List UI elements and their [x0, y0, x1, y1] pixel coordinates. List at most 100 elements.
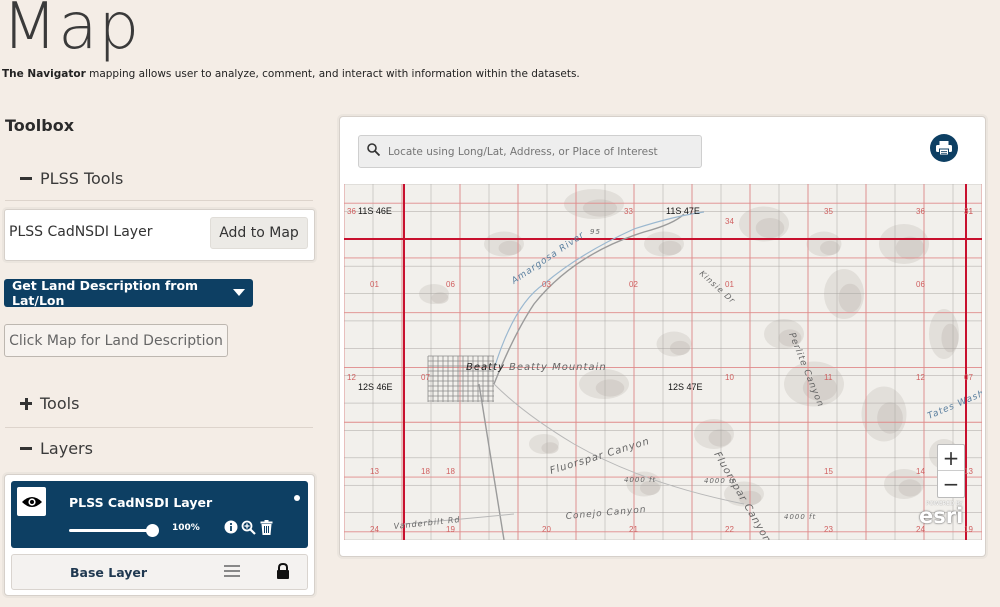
terrain-patch — [941, 323, 959, 353]
search-icon — [367, 142, 381, 161]
info-icon[interactable] — [223, 519, 238, 535]
plss-tools-label: PLSS Tools — [40, 169, 124, 188]
place-label: 4000 ft — [624, 476, 656, 484]
zoom-out-button[interactable]: − — [938, 471, 964, 497]
section-number: 12 — [916, 373, 925, 382]
toolbox-title: Toolbox — [5, 116, 75, 135]
terrain-patch — [595, 379, 625, 397]
map-features — [403, 211, 745, 540]
section-number: 03 — [542, 280, 551, 289]
section-number: 23 — [824, 525, 833, 534]
base-layer-name: Base Layer — [70, 565, 148, 580]
tools-label: Tools — [40, 394, 80, 413]
terrain-patch — [838, 283, 862, 313]
caret-down-icon — [233, 289, 245, 296]
location-search[interactable] — [358, 135, 702, 168]
map-canvas[interactable]: 11S 46E 11S 47E 12S 46E 12S 47E 36 31 33 34 35 36… — [344, 184, 982, 540]
layer-status-dot — [294, 495, 300, 501]
map-view[interactable]: 11S 46E 11S 47E 12S 46E 12S 47E 36 31 33 34 35 36… — [344, 184, 982, 540]
section-number: 36 — [916, 207, 925, 216]
section-number: 13 — [964, 467, 973, 476]
layer-item-plss[interactable]: PLSS CadNSDI Layer 100% — [11, 481, 308, 548]
hamburger-menu-icon[interactable] — [224, 564, 240, 582]
terrain-patch — [670, 340, 690, 356]
section-number: 13 — [370, 467, 379, 476]
section-number: 36 — [347, 207, 356, 216]
place-label: Tates Wash — [926, 389, 982, 422]
map-panel: 11S 46E 11S 47E 12S 46E 12S 47E 36 31 33 34 35 36… — [339, 116, 986, 557]
place-label: Conejo Canyon — [565, 505, 647, 522]
plss-layer-box: PLSS CadNSDI Layer Add to Map — [4, 209, 315, 261]
section-number: 22 — [725, 525, 734, 534]
township-label: 11S 47E — [666, 206, 700, 216]
section-number: 01 — [370, 280, 379, 289]
place-label: 4000 ft — [704, 477, 736, 485]
collapse-icon — [20, 447, 32, 450]
zoom-control: + − — [937, 444, 965, 498]
section-number: 07 — [421, 373, 430, 382]
layers-toggle[interactable]: Layers — [20, 439, 93, 458]
place-label: Beatty — [466, 362, 505, 373]
click-map-land-description-button[interactable]: Click Map for Land Description — [4, 324, 228, 357]
eye-icon[interactable] — [17, 487, 46, 516]
section-number: 02 — [629, 280, 638, 289]
section-number: 34 — [725, 217, 734, 226]
section-number: 10 — [725, 373, 734, 382]
add-to-map-button[interactable]: Add to Map — [210, 217, 308, 249]
place-label: 95 — [590, 228, 601, 236]
terrain-patch — [658, 240, 682, 256]
section-number: 18 — [446, 467, 455, 476]
section-number: 14 — [916, 467, 925, 476]
place-label: Beatty Mountain — [509, 362, 607, 373]
section-number: 01 — [725, 280, 734, 289]
divider — [5, 200, 313, 201]
search-input[interactable] — [388, 145, 688, 158]
section-number: 31 — [964, 207, 973, 216]
section-number: 06 — [446, 280, 455, 289]
page-intro: The Navigator mapping allows user to ana… — [2, 68, 580, 80]
terrain-patch — [708, 429, 732, 447]
lock-icon — [276, 562, 290, 584]
section-number: 18 — [421, 467, 430, 476]
zoom-in-button[interactable]: + — [938, 445, 964, 471]
terrain-patch — [755, 218, 785, 238]
printer-icon — [936, 141, 952, 155]
get-land-label: Get Land Description from Lat/Lon — [12, 278, 199, 308]
terrain-patch — [898, 479, 922, 497]
section-number: 19 — [446, 525, 455, 534]
terrain-patch — [541, 442, 559, 454]
opacity-slider-handle[interactable] — [146, 524, 159, 537]
intro-bold: The Navigator — [2, 68, 86, 80]
township-label: 12S 47E — [668, 382, 703, 392]
terrain-patch — [582, 199, 618, 217]
section-number: 19 — [964, 525, 973, 534]
page-title: Map — [2, 0, 141, 64]
terrain-shading — [419, 189, 959, 507]
layers-panel: PLSS CadNSDI Layer 100% Base Layer — [4, 474, 315, 596]
opacity-slider[interactable] — [69, 524, 159, 537]
zoom-to-layer-icon[interactable] — [241, 519, 256, 535]
trash-icon[interactable] — [259, 519, 274, 535]
layers-label: Layers — [40, 439, 93, 458]
section-number: 06 — [916, 280, 925, 289]
terrain-patch — [431, 292, 449, 304]
section-number: 20 — [542, 525, 551, 534]
layer-item-base[interactable]: Base Layer — [11, 554, 308, 590]
section-number: 12 — [347, 373, 356, 382]
opacity-value: 100% — [172, 523, 200, 533]
township-label: 12S 46E — [358, 382, 393, 392]
township-label: 11S 46E — [358, 206, 392, 216]
print-button[interactable] — [930, 134, 958, 162]
section-number: 07 — [964, 373, 973, 382]
tools-toggle[interactable]: Tools — [20, 394, 79, 413]
section-number: 24 — [370, 525, 379, 534]
esri-logo[interactable]: esri — [919, 504, 963, 528]
place-label: 4000 ft — [784, 513, 816, 521]
place-label: Fluorspar Canyon — [549, 436, 652, 477]
terrain-patch — [877, 402, 903, 434]
plss-tools-toggle[interactable]: PLSS Tools — [20, 169, 123, 188]
get-land-description-dropdown[interactable]: Get Land Description from Lat/Lon — [4, 278, 253, 308]
section-number: 21 — [629, 525, 638, 534]
collapse-icon — [20, 177, 32, 180]
section-number: 15 — [824, 467, 833, 476]
